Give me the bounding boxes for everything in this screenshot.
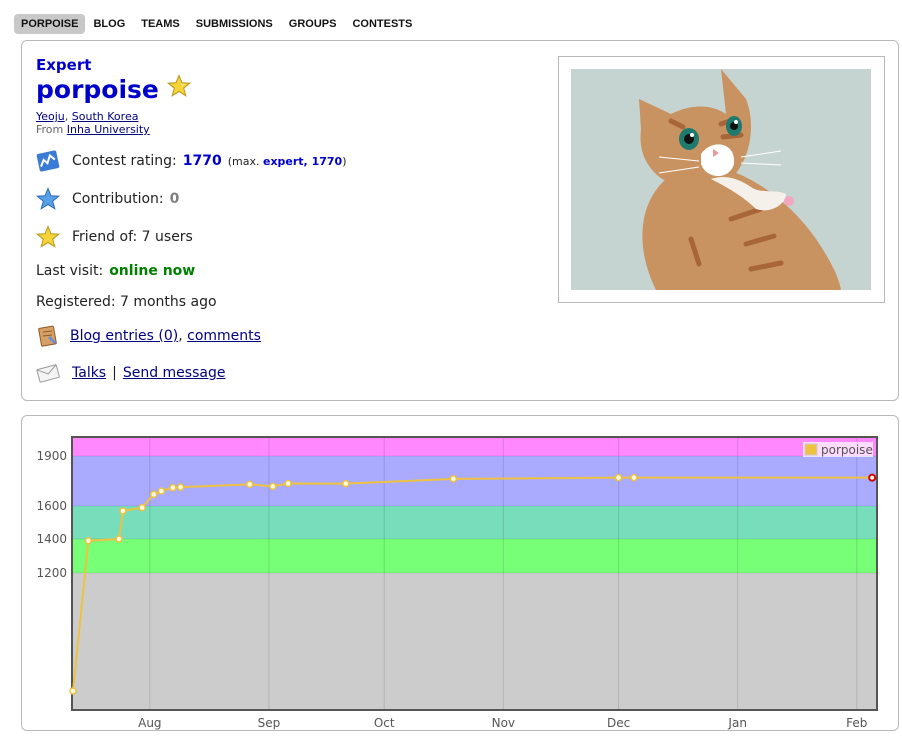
contribution-row: Contribution: 0: [36, 187, 179, 211]
rating-graph-box: Aug Sep Oct Nov Dec Jan Feb 1200 1400 1600 1900 por…: [21, 415, 899, 731]
max-rank-rating: expert, 1770: [262, 154, 343, 168]
x-tick-label: Sep: [258, 716, 281, 730]
comments-link[interactable]: comments: [187, 328, 261, 344]
y-tick-label: 1600: [36, 499, 67, 513]
data-point: [269, 482, 277, 491]
data-point: [84, 536, 93, 545]
data-point: [630, 473, 638, 482]
max-rating-note: (max. expert, 1770): [227, 154, 347, 168]
x-tick-label: Feb: [846, 716, 867, 730]
data-point: [614, 473, 623, 482]
rating-label: Contest rating:: [72, 153, 177, 169]
rating-band-3: [72, 456, 877, 506]
registered-row: Registered: 7 months ago: [36, 294, 217, 310]
organization-link[interactable]: Inha University: [67, 123, 150, 136]
friend-of-text: Friend of: 7 users: [72, 229, 193, 245]
contest-rating-row: Contest rating: 1770 (max. expert, 1770): [36, 149, 346, 173]
data-point: [449, 475, 458, 483]
contribution-label: Contribution:: [72, 191, 164, 207]
talks-link[interactable]: Talks: [72, 365, 106, 381]
user-handle: porpoise: [36, 74, 159, 104]
contribution-value: 0: [169, 191, 180, 207]
envelope-icon: [36, 361, 60, 385]
legend-swatch: [804, 443, 818, 456]
star-icon[interactable]: [166, 74, 192, 104]
rating-value: 1770: [182, 153, 222, 169]
rating-band-2: [72, 506, 877, 539]
legend-label: porpoise: [821, 443, 873, 457]
friend-row: Friend of: 7 users: [36, 225, 193, 249]
data-point: [169, 483, 177, 492]
blog-notebook-icon: [36, 324, 60, 348]
x-tick-label: Oct: [374, 716, 395, 730]
last-visit-row: Last visit: online now: [36, 263, 195, 279]
nav-blog[interactable]: BLOG: [85, 14, 133, 34]
blog-entries-link[interactable]: Blog entries (0): [70, 328, 178, 344]
x-tick-label: Jan: [727, 716, 747, 730]
data-point: [245, 480, 254, 489]
x-tick-label: Nov: [492, 716, 515, 730]
last-visit-status: online now: [109, 263, 196, 279]
data-point: [138, 503, 146, 512]
x-tick-label: Aug: [138, 716, 161, 730]
data-point: [69, 687, 77, 695]
nav-groups[interactable]: GROUPS: [281, 14, 345, 34]
data-point: [284, 479, 292, 488]
country-link[interactable]: South Korea: [72, 110, 139, 123]
data-point: [149, 490, 158, 499]
city-link[interactable]: Yeoju: [36, 110, 65, 123]
avatar-frame: [558, 56, 885, 303]
blog-row: Blog entries (0), comments: [36, 324, 261, 348]
data-point: [119, 507, 127, 515]
data-point: [342, 479, 350, 488]
rating-graph-icon: [36, 149, 60, 173]
user-location: Yeoju, South Korea From Inha University: [36, 110, 150, 136]
gold-star-icon: [36, 225, 60, 249]
user-handle-row: porpoise: [36, 74, 192, 104]
rating-band-0: [72, 573, 877, 710]
user-rank: Expert: [36, 56, 92, 74]
data-point: [157, 487, 166, 495]
nav-teams[interactable]: TEAMS: [133, 14, 188, 34]
y-tick-label: 1900: [36, 449, 67, 463]
x-tick-label: Dec: [607, 716, 630, 730]
data-point: [176, 483, 185, 491]
y-tick-label: 1400: [36, 532, 67, 546]
last-data-point: [868, 473, 877, 482]
avatar: [571, 69, 871, 290]
profile-box: Expert porpoise Yeoju, South Korea From …: [21, 40, 899, 401]
from-label: From: [36, 123, 64, 136]
top-nav: PORPOISE BLOG TEAMS SUBMISSIONS GROUPS C…: [14, 14, 420, 34]
y-tick-label: 1200: [36, 566, 67, 580]
nav-profile[interactable]: PORPOISE: [14, 14, 86, 34]
data-point: [115, 535, 123, 543]
nav-contests[interactable]: CONTESTS: [344, 14, 420, 34]
rating-band-4: [72, 437, 877, 456]
blue-star-icon: [36, 187, 60, 211]
send-message-link[interactable]: Send message: [123, 365, 226, 381]
rating-chart: Aug Sep Oct Nov Dec Jan Feb 1200 1400 1600 1900 por…: [36, 436, 878, 730]
nav-submissions[interactable]: SUBMISSIONS: [188, 14, 281, 34]
messages-row: Talks | Send message: [36, 361, 225, 385]
last-visit-label: Last visit:: [36, 263, 104, 279]
registered-text: Registered: 7 months ago: [36, 294, 217, 310]
rating-band-1: [72, 539, 877, 573]
